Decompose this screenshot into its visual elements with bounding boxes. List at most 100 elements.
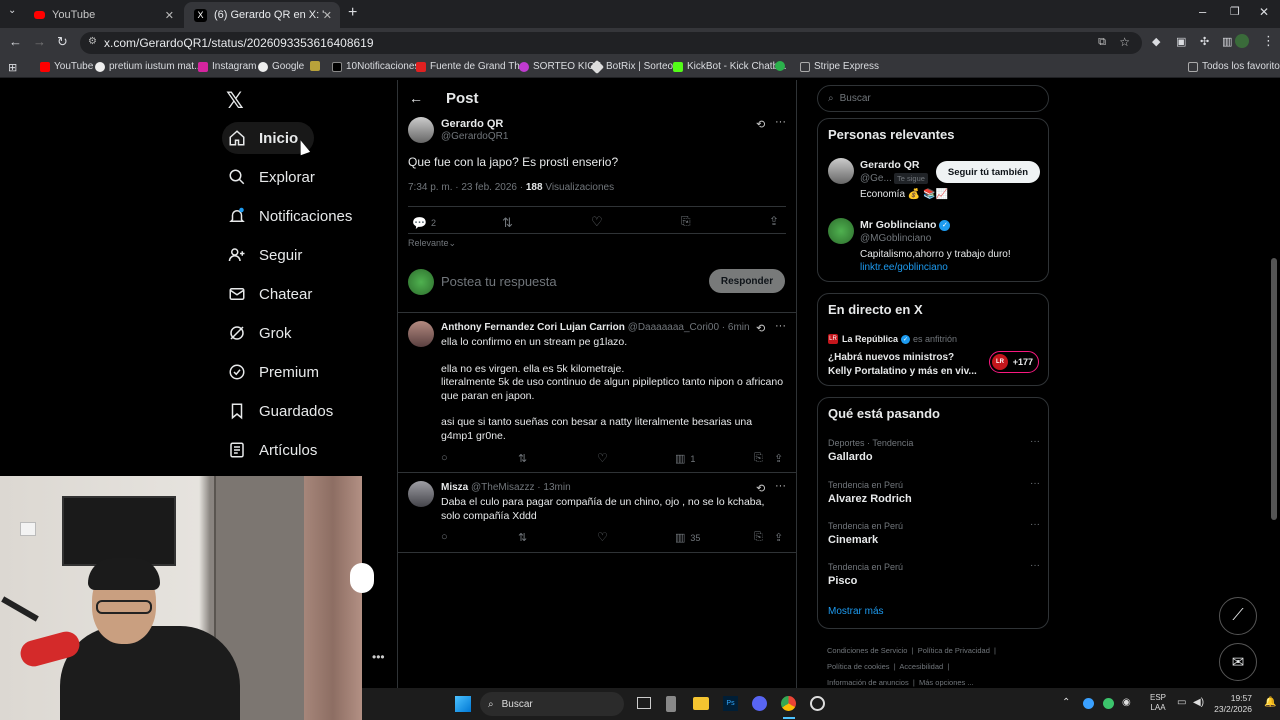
tray-app-icon[interactable]	[1103, 698, 1114, 709]
repost-icon[interactable]: ⇅	[502, 215, 513, 231]
task-view-icon[interactable]	[637, 697, 651, 709]
new-tab-icon[interactable]: +	[348, 4, 357, 22]
footer-link[interactable]: Condiciones de Servicio	[827, 646, 907, 655]
tray-app-icon[interactable]	[1083, 698, 1094, 709]
like-icon[interactable]: ♡	[597, 530, 608, 544]
reply-author-name[interactable]: Anthony Fernandez Cori Lujan Carrion	[441, 322, 625, 333]
bookmark-botrix[interactable]: BotRix | Sorteos	[589, 59, 678, 74]
page-scrollbar[interactable]	[1271, 258, 1277, 520]
forward-icon[interactable]: →	[33, 34, 46, 49]
footer-link[interactable]: Información de anuncios	[827, 678, 909, 687]
back-icon[interactable]: ←	[9, 34, 22, 49]
nav-bookmarks[interactable]: Guardados	[222, 395, 349, 427]
bookmark-icon[interactable]: ⎘	[681, 214, 691, 229]
nav-notifications[interactable]: Notificaciones	[222, 200, 368, 232]
repost-icon[interactable]: ⇅	[518, 531, 527, 544]
tab-x-post[interactable]: X (6) Gerardo QR en X: "@MGobl ✕	[184, 2, 340, 28]
footer-link[interactable]: Política de Privacidad	[918, 646, 990, 655]
nav-articles[interactable]: Artículos	[222, 434, 333, 466]
sort-dropdown[interactable]: Relevante⌄	[408, 238, 456, 249]
footer-link[interactable]: Accesibilidad	[899, 662, 943, 671]
extension-2-icon[interactable]: ▣	[1176, 35, 1186, 48]
show-more-link[interactable]: Mostrar más	[828, 606, 884, 617]
person-avatar[interactable]	[828, 218, 854, 244]
tab-youtube[interactable]: YouTube ✕	[24, 2, 182, 28]
scroll-button[interactable]	[350, 563, 374, 593]
nav-grok[interactable]: Grok	[222, 317, 308, 349]
person-avatar[interactable]	[828, 158, 854, 184]
tray-chevron-icon[interactable]: ⌃	[1062, 697, 1070, 708]
author-avatar[interactable]	[408, 117, 434, 143]
like-icon[interactable]: ♡	[591, 214, 603, 230]
trend-item[interactable]: Tendencia en Perú Pisco ···	[828, 560, 1040, 587]
side-panel-icon[interactable]: ▥	[1222, 35, 1232, 48]
bookmark-instagram[interactable]: Instagram	[198, 61, 256, 72]
tab-search-icon[interactable]: ⌄	[8, 5, 16, 16]
person-name[interactable]: Gerardo QR	[860, 159, 920, 171]
live-listeners[interactable]: LR +177	[989, 351, 1039, 373]
bookmark-10notificaciones[interactable]: 10Notificaciones	[332, 61, 419, 72]
trend-more-icon[interactable]: ···	[1030, 478, 1040, 489]
close-window-icon[interactable]: ✕	[1259, 5, 1269, 19]
minimize-icon[interactable]: –	[1199, 4, 1206, 19]
bookmark-green[interactable]	[775, 61, 789, 71]
reply-icon[interactable]: ○	[441, 531, 448, 543]
author-name[interactable]: Gerardo QR	[441, 118, 503, 130]
repost-icon[interactable]: ⇅	[518, 452, 527, 465]
nav-explore[interactable]: Explorar	[222, 161, 331, 193]
footer-link[interactable]: Política de cookies	[827, 662, 890, 671]
bookmark-sorteo-kick[interactable]: SORTEO KICK	[519, 61, 601, 72]
grok-explain-icon[interactable]: ⟲	[756, 118, 765, 131]
bookmark-icon[interactable]: ⎘	[754, 452, 763, 465]
restore-icon[interactable]: ❐	[1230, 5, 1240, 18]
bookmark-kickbot[interactable]: KickBot - Kick Chatb...	[673, 61, 786, 72]
post-timestamp[interactable]: 7:34 p. m. · 23 feb. 2026 ·	[408, 182, 523, 193]
reply-icon[interactable]: ○	[441, 452, 448, 464]
discord-icon[interactable]	[752, 696, 767, 711]
site-info-icon[interactable]: ⚙	[88, 36, 97, 47]
tray-app-icon[interactable]: ◉	[1122, 697, 1131, 708]
follow-back-button[interactable]: Seguir tú también	[936, 161, 1040, 183]
messages-float-button[interactable]: ✉	[1219, 643, 1257, 681]
bookmark-youtube[interactable]: YouTube	[40, 61, 93, 72]
trend-item[interactable]: Deportes · Tendencia Gallardo ···	[828, 436, 1040, 463]
clock[interactable]: 19:57 23/2/2026	[1214, 693, 1252, 715]
more-dots-icon[interactable]: •••	[372, 650, 385, 664]
person-handle[interactable]: @MGoblinciano	[860, 233, 931, 244]
close-tab-icon[interactable]: ✕	[323, 9, 332, 22]
reply-more-icon[interactable]: ···	[775, 320, 786, 332]
extension-icon[interactable]: ◆	[1152, 35, 1160, 48]
grok-explain-icon[interactable]: ⟲	[756, 482, 765, 495]
person-name[interactable]: Mr Goblinciano	[860, 219, 936, 231]
trend-more-icon[interactable]: ···	[1030, 436, 1040, 447]
trend-more-icon[interactable]: ···	[1030, 519, 1040, 530]
language-indicator[interactable]: ESP LAA	[1150, 693, 1166, 713]
notifications-bell-icon[interactable]: 🔔	[1264, 697, 1276, 708]
app-icon[interactable]	[666, 696, 676, 712]
apps-grid-icon[interactable]: ⊞	[8, 61, 17, 74]
nav-chat[interactable]: Chatear	[222, 278, 328, 310]
like-icon[interactable]: ♡	[597, 451, 608, 465]
x-logo-icon[interactable]: 𝕏	[226, 88, 244, 114]
search-box[interactable]: ⌕ Buscar	[817, 85, 1049, 112]
footer-link[interactable]: Más opciones ...	[919, 678, 974, 687]
extensions-puzzle-icon[interactable]: ✣	[1200, 35, 1209, 48]
reply-avatar[interactable]	[408, 481, 434, 507]
all-bookmarks[interactable]: Todos los favoritos	[1188, 61, 1280, 72]
reply-author-name[interactable]: Misza	[441, 482, 468, 493]
share-icon[interactable]: ⇪	[769, 214, 779, 228]
windows-start-icon[interactable]	[455, 696, 471, 712]
taskbar-search[interactable]: ⌕ Buscar	[480, 692, 624, 716]
bookmark-icon[interactable]: ⎘	[754, 531, 763, 544]
reply-avatar[interactable]	[408, 321, 434, 347]
live-title[interactable]: ¿Habrá nuevos ministros? Kelly Portalati…	[828, 351, 978, 378]
share-icon[interactable]: ⇪	[774, 531, 783, 544]
reply-action[interactable]: 💬 2	[412, 216, 436, 230]
views-action[interactable]: ▥ 1	[675, 452, 695, 465]
install-icon[interactable]: ⧉	[1098, 36, 1106, 49]
views-action[interactable]: ▥ 35	[675, 531, 700, 544]
close-tab-icon[interactable]: ✕	[165, 9, 174, 22]
obs-icon[interactable]	[810, 696, 825, 711]
nav-follow[interactable]: Seguir	[222, 239, 318, 271]
reply-button[interactable]: Responder	[709, 269, 785, 293]
